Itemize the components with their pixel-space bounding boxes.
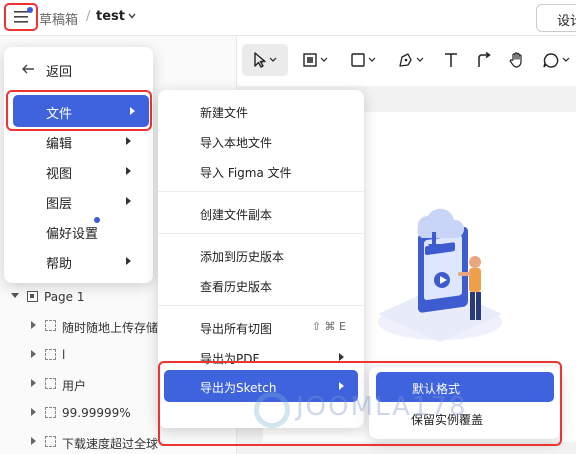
move-tool[interactable] [242, 44, 288, 76]
app-window: 草稿箱 / test 设计 [0, 0, 576, 454]
menu-item-help[interactable]: 帮助 [4, 246, 153, 276]
file-add-version[interactable]: 添加到历史版本 [158, 240, 364, 270]
breadcrumb-drafts[interactable]: 草稿箱 [39, 9, 78, 28]
menu-divider [158, 305, 364, 306]
upload-illustration [378, 208, 502, 342]
comment-icon [543, 53, 570, 68]
design-button[interactable]: 设计 [536, 4, 576, 32]
comment-tool[interactable] [537, 44, 576, 76]
group-icon [45, 378, 56, 389]
layer-label: 随时随地上传存储 [62, 321, 159, 335]
caret-right-icon [31, 350, 36, 358]
menu-divider [158, 233, 364, 234]
menu-item-label: 导入 Figma 文件 [200, 166, 292, 180]
layer-label: 99.99999% [62, 406, 131, 420]
highlight-box-file [6, 90, 152, 131]
page-label: Page 1 [44, 290, 85, 304]
group-icon [45, 436, 56, 447]
file-export-slices[interactable]: 导出所有切图 ⇧ ⌘ E [158, 312, 364, 342]
menu-item-label: 导出所有切图 [200, 322, 273, 336]
menu-item-label: 创建文件副本 [200, 208, 273, 222]
hand-tool[interactable] [503, 44, 531, 76]
watermark: JOOMLA178 [296, 392, 468, 422]
watermark-logo [254, 392, 290, 428]
file-duplicate[interactable]: 创建文件副本 [158, 198, 364, 228]
rectangle-tool[interactable] [343, 44, 383, 76]
arrow-left-icon [22, 64, 34, 74]
menu-item-label: 视图 [46, 167, 73, 182]
menu-back[interactable]: 返回 [4, 54, 153, 84]
notification-dot [27, 7, 33, 13]
main-menu: 返回 文件 编辑 视图 图层 偏好设置 帮助 [4, 47, 153, 283]
connector-icon [478, 52, 491, 67]
menu-item-label: 添加到历史版本 [200, 250, 285, 264]
rectangle-icon [351, 53, 376, 67]
submenu-arrow-icon [126, 257, 131, 265]
menu-back-label: 返回 [46, 65, 73, 80]
layer-label: l [62, 348, 66, 362]
file-import-local[interactable]: 导入本地文件 [158, 126, 364, 156]
submenu-arrow-icon [126, 197, 131, 205]
group-icon [45, 407, 56, 418]
hand-icon [509, 52, 522, 68]
caret-right-icon [31, 437, 36, 445]
menu-item-label: 帮助 [46, 257, 73, 272]
group-icon [45, 349, 56, 360]
connector-tool[interactable] [471, 44, 499, 76]
file-new[interactable]: 新建文件 [158, 96, 364, 126]
layer-label: 用户 [62, 379, 87, 393]
submenu-arrow-icon [339, 353, 344, 361]
menu-item-label: 编辑 [46, 137, 73, 152]
menu-item-layers[interactable]: 图层 [4, 186, 153, 216]
text-tool[interactable] [437, 44, 465, 76]
preferences-badge [94, 217, 100, 223]
file-name[interactable]: test [96, 9, 125, 24]
page-icon [27, 291, 38, 302]
menu-item-label: 偏好设置 [46, 227, 99, 242]
menu-item-label: 新建文件 [200, 106, 249, 120]
main-menu-button[interactable] [4, 3, 38, 31]
file-view-versions[interactable]: 查看历史版本 [158, 270, 364, 300]
menu-item-label: 导入本地文件 [200, 136, 273, 150]
submenu-arrow-icon [126, 167, 131, 175]
caret-right-icon [31, 408, 36, 416]
cursor-arrow-icon [254, 52, 277, 68]
pen-icon [399, 53, 424, 67]
frame-icon [303, 53, 328, 67]
group-icon [45, 320, 56, 331]
caret-right-icon [31, 379, 36, 387]
breadcrumb-separator: / [86, 9, 91, 24]
menu-item-label: 图层 [46, 197, 73, 212]
toolbar [237, 38, 576, 84]
hamburger-icon [14, 11, 28, 23]
chevron-down-icon[interactable] [128, 13, 136, 19]
layer-label: 下载速度超过全球 [62, 437, 159, 451]
caret-down-icon [11, 293, 19, 298]
text-icon [445, 53, 457, 67]
top-bar: 草稿箱 / test 设计 [0, 0, 576, 36]
frame-tool[interactable] [295, 44, 335, 76]
file-import-figma[interactable]: 导入 Figma 文件 [158, 156, 364, 186]
pen-tool[interactable] [391, 44, 431, 76]
shortcut-label: ⇧ ⌘ E [311, 320, 346, 333]
menu-item-label: 查看历史版本 [200, 280, 273, 294]
submenu-arrow-icon [126, 137, 131, 145]
menu-item-preferences[interactable]: 偏好设置 [4, 216, 153, 246]
menu-item-view[interactable]: 视图 [4, 156, 153, 186]
menu-divider [158, 191, 364, 192]
caret-right-icon [31, 321, 36, 329]
